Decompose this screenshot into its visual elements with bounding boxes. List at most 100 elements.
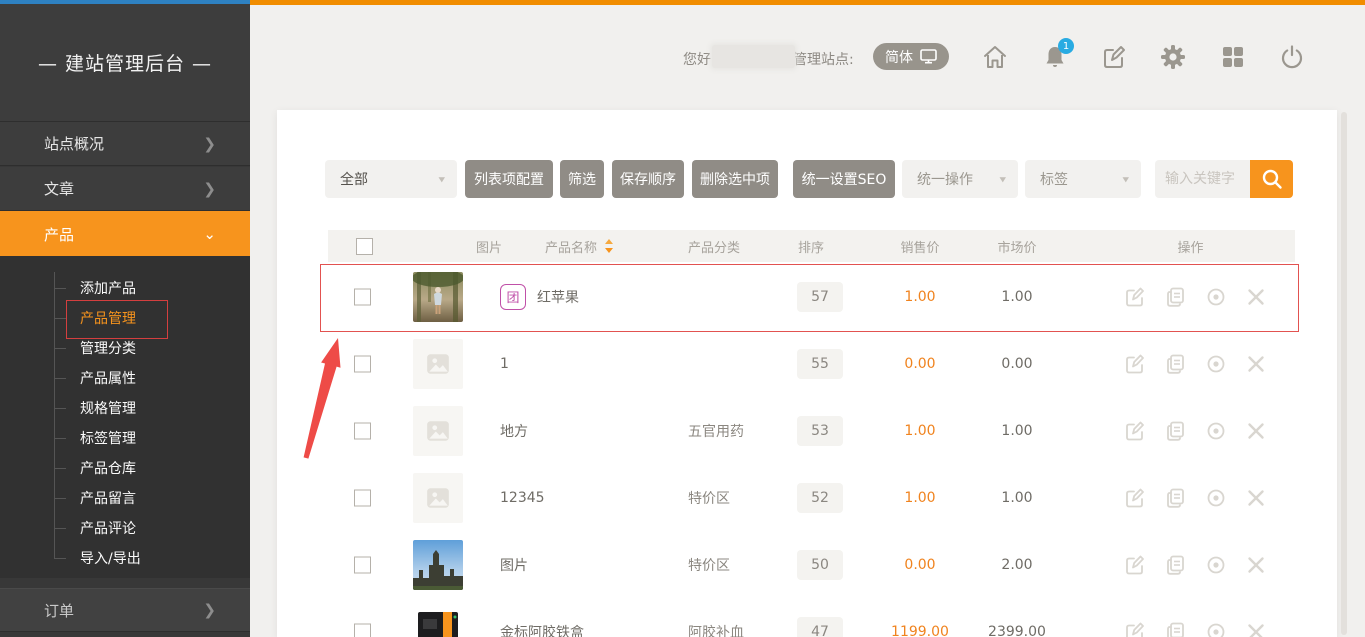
copy-icon[interactable]	[1165, 353, 1187, 375]
col-image: 图片	[425, 230, 553, 262]
copy-icon[interactable]	[1165, 420, 1187, 442]
delete-icon[interactable]	[1245, 420, 1267, 442]
product-name[interactable]: 金标阿胶铁盒	[500, 622, 584, 637]
manage-site-label: 管理站点:	[793, 49, 854, 69]
delete-icon[interactable]	[1245, 487, 1267, 509]
product-image[interactable]	[413, 406, 463, 456]
sidebar-item-orders[interactable]: 订单 ❯	[0, 588, 250, 632]
chevron-right-icon: ❯	[203, 180, 216, 198]
language-button[interactable]: 简体	[873, 43, 949, 70]
tree-tick	[54, 378, 66, 379]
product-image[interactable]	[413, 540, 463, 590]
preview-icon[interactable]	[1205, 420, 1227, 442]
table-row: 图片 特价区 50 0.00 2.00	[277, 531, 1337, 598]
submenu-product-attr[interactable]: 产品属性	[80, 363, 136, 393]
submenu-add-product[interactable]: 添加产品	[80, 273, 136, 303]
product-category: 五官用药	[688, 421, 744, 441]
tag-label: 标签	[1040, 169, 1068, 189]
sidebar-item-articles[interactable]: 文章 ❯	[0, 167, 250, 211]
vertical-scrollbar[interactable]	[1341, 112, 1347, 635]
preview-icon[interactable]	[1205, 554, 1227, 576]
delete-icon[interactable]	[1245, 554, 1267, 576]
col-market-price: 市场价	[967, 230, 1067, 262]
sort-value[interactable]: 50	[797, 550, 843, 580]
copy-icon[interactable]	[1165, 621, 1187, 637]
sort-value[interactable]: 53	[797, 416, 843, 446]
edit-icon[interactable]	[1124, 420, 1146, 442]
edit-icon[interactable]	[1101, 44, 1127, 70]
chevron-down-icon: ⌄	[203, 225, 216, 243]
main-top-strip	[250, 0, 1365, 5]
submenu-product-warehouse[interactable]: 产品仓库	[80, 453, 136, 483]
home-icon[interactable]	[982, 44, 1008, 70]
tree-tick	[54, 528, 66, 529]
tree-tick	[54, 408, 66, 409]
delete-icon[interactable]	[1245, 621, 1267, 637]
gear-icon[interactable]	[1160, 44, 1186, 70]
delete-selected-button[interactable]: 删除选中项	[692, 160, 778, 198]
submenu-spec-manage[interactable]: 规格管理	[80, 393, 136, 423]
monitor-icon	[920, 49, 937, 64]
batch-action-dropdown[interactable]: 统一操作 ▾	[902, 160, 1018, 198]
submenu-tag-manage[interactable]: 标签管理	[80, 423, 136, 453]
sort-value[interactable]: 55	[797, 349, 843, 379]
chevron-right-icon: ❯	[203, 135, 216, 153]
submenu-import-export[interactable]: 导入/导出	[80, 543, 141, 573]
edit-icon[interactable]	[1124, 554, 1146, 576]
product-name[interactable]: 12345	[500, 490, 545, 506]
search-input[interactable]	[1155, 160, 1250, 198]
sale-price: 0.00	[870, 557, 970, 573]
sale-price: 1199.00	[870, 624, 970, 637]
table-row: 1 55 0.00 0.00	[277, 330, 1337, 397]
image-placeholder-icon	[425, 351, 451, 377]
save-order-button[interactable]: 保存顺序	[612, 160, 684, 198]
tag-dropdown[interactable]: 标签 ▾	[1025, 160, 1141, 198]
apps-grid-icon[interactable]	[1220, 44, 1246, 70]
edit-icon[interactable]	[1124, 621, 1146, 637]
annotation-highlight-box	[320, 264, 1299, 332]
filter-button[interactable]: 筛选	[560, 160, 604, 198]
market-price: 1.00	[967, 423, 1067, 439]
product-name[interactable]: 地方	[500, 421, 528, 441]
search-button[interactable]	[1250, 160, 1293, 198]
product-image[interactable]	[413, 339, 463, 389]
col-sale-price: 销售价	[870, 230, 970, 262]
product-image[interactable]	[413, 607, 463, 637]
power-icon[interactable]	[1279, 44, 1305, 70]
copy-icon[interactable]	[1165, 554, 1187, 576]
sidebar-item-site-overview[interactable]: 站点概况 ❯	[0, 122, 250, 166]
col-actions: 操作	[1128, 230, 1253, 262]
preview-icon[interactable]	[1205, 621, 1227, 637]
edit-icon[interactable]	[1124, 353, 1146, 375]
submenu-product-message[interactable]: 产品留言	[80, 483, 136, 513]
delete-icon[interactable]	[1245, 353, 1267, 375]
castle-photo	[413, 540, 463, 590]
preview-icon[interactable]	[1205, 487, 1227, 509]
edit-icon[interactable]	[1124, 487, 1146, 509]
chevron-right-icon: ❯	[203, 601, 216, 619]
sort-value[interactable]: 52	[797, 483, 843, 513]
submenu-product-review[interactable]: 产品评论	[80, 513, 136, 543]
col-name: 产品名称	[545, 230, 597, 262]
notification-badge: 1	[1058, 38, 1074, 54]
filter-all-label: 全部	[340, 169, 368, 189]
preview-icon[interactable]	[1205, 353, 1227, 375]
tree-tick	[54, 348, 66, 349]
filter-all-dropdown[interactable]: 全部 ▾	[325, 160, 457, 198]
sort-toggle[interactable]	[605, 238, 614, 254]
copy-icon[interactable]	[1165, 487, 1187, 509]
product-image[interactable]	[413, 473, 463, 523]
search-icon	[1261, 168, 1283, 190]
list-config-button[interactable]: 列表项配置	[465, 160, 553, 198]
product-name[interactable]: 1	[500, 356, 509, 372]
row-checkbox[interactable]	[354, 556, 371, 573]
row-checkbox[interactable]	[354, 623, 371, 637]
row-checkbox[interactable]	[354, 489, 371, 506]
image-placeholder-icon	[425, 485, 451, 511]
seo-button[interactable]: 统一设置SEO	[793, 160, 895, 198]
sort-value[interactable]: 47	[797, 617, 843, 637]
select-all-checkbox[interactable]	[356, 230, 373, 262]
product-name[interactable]: 图片	[500, 555, 528, 575]
sidebar-item-products[interactable]: 产品 ⌄	[0, 211, 250, 257]
product-category: 特价区	[688, 488, 730, 508]
